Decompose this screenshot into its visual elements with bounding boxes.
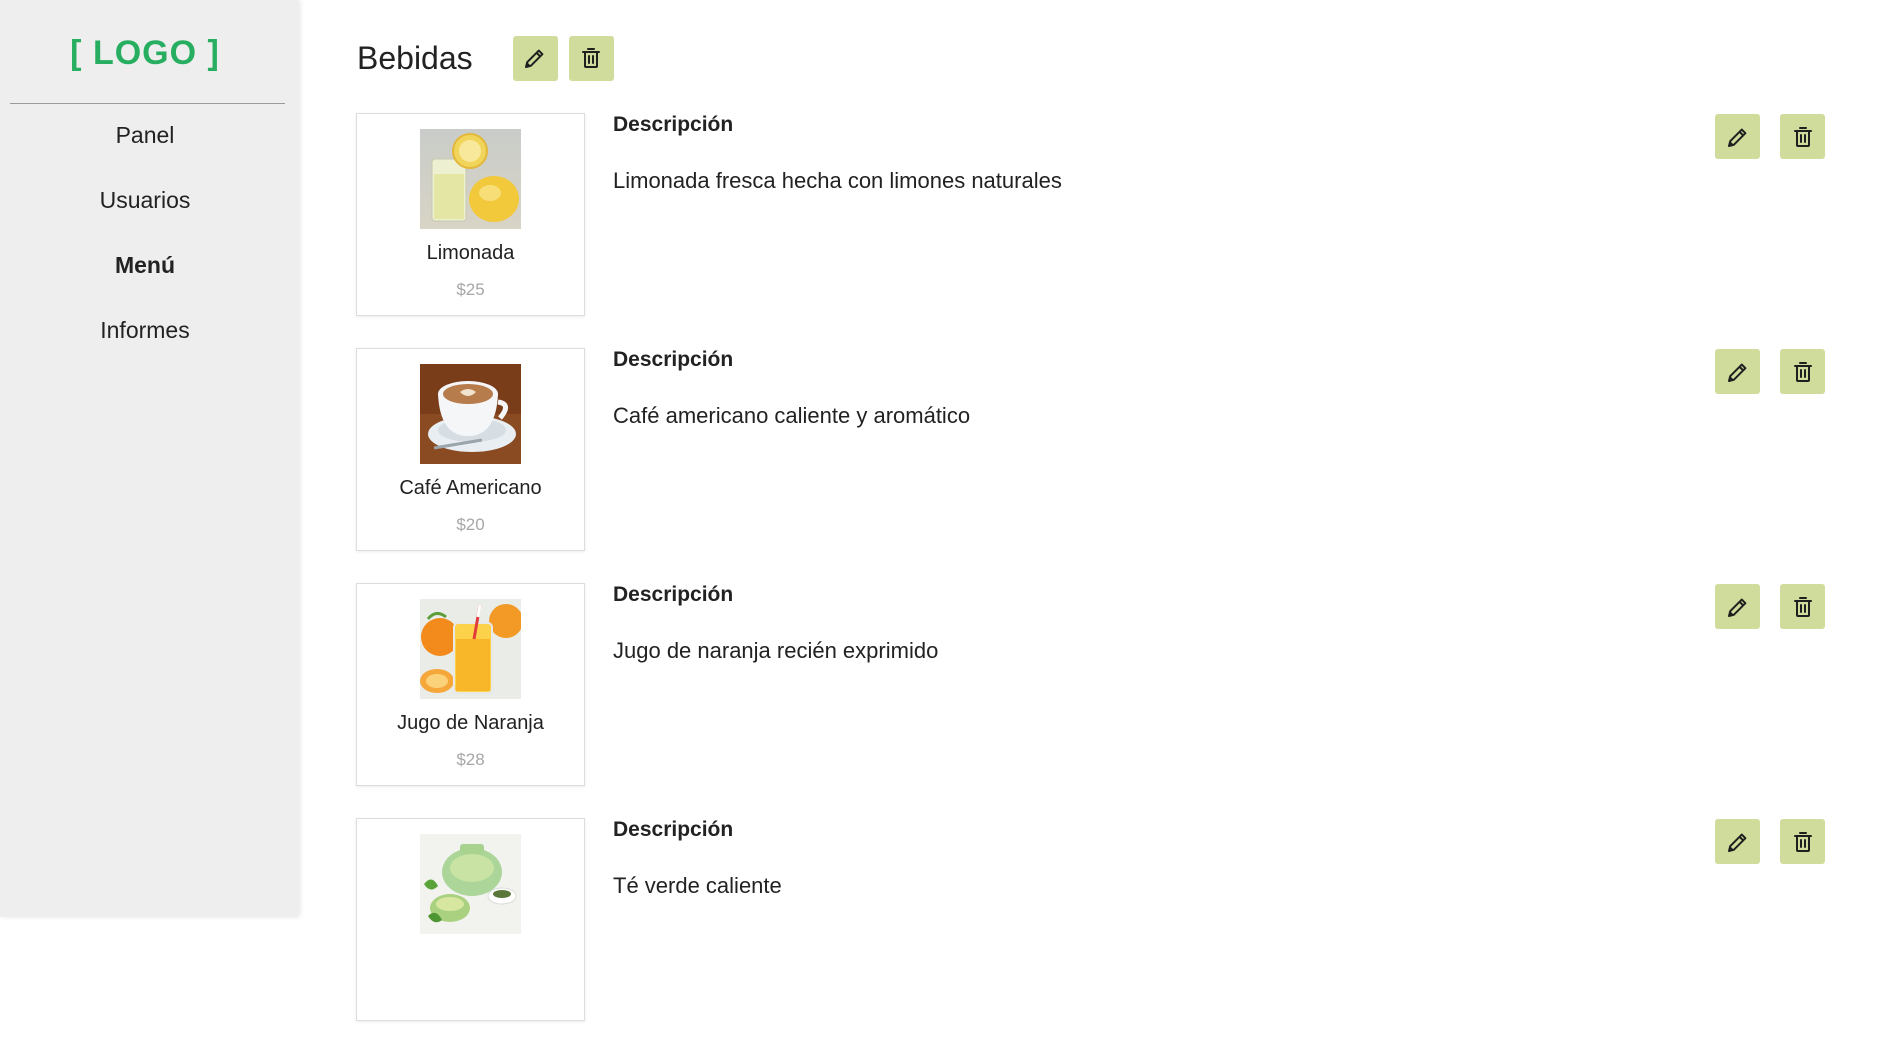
menu-item-row: Descripción Té verde caliente [356,818,1836,1021]
item-description: Limonada fresca hecha con limones natura… [613,168,1062,193]
item-price: $25 [456,280,485,299]
menu-item-row: Limonada $25 Descripción Limonada fresca… [356,113,1836,316]
delete-item-button[interactable] [1780,584,1825,629]
nav-item-usuarios[interactable]: Usuarios [0,181,290,246]
pencil-icon [525,49,544,68]
sidebar: [ LOGO ] Panel Usuarios Menú Informes [0,0,298,917]
main-content: Bebidas Limonada $25 Descripción Limonad… [298,0,1889,1021]
trash-icon [1793,596,1812,617]
delete-item-button[interactable] [1780,114,1825,159]
logo[interactable]: [ LOGO ] [0,34,290,73]
menu-item-row: Café Americano $20 Descripción Café amer… [356,348,1836,551]
nav-item-panel[interactable]: Panel [0,116,290,181]
item-name: Limonada [426,242,515,264]
pencil-icon [1727,128,1746,147]
menu-item-card[interactable]: Jugo de Naranja $28 [356,583,585,786]
green-tea-image [420,834,521,934]
pencil-icon [1727,833,1746,852]
edit-category-button[interactable] [512,35,558,81]
edit-item-button[interactable] [1715,819,1760,864]
menu-items-list: Limonada $25 Descripción Limonada fresca… [356,113,1836,1053]
description-label: Descripción [613,348,734,371]
trash-icon [1793,831,1812,852]
sidebar-divider [10,103,285,104]
trash-icon [1793,361,1812,382]
item-description: Jugo de naranja recién exprimido [613,638,939,663]
item-description: Té verde caliente [613,873,782,898]
pencil-icon [1727,363,1746,382]
item-name: Café Americano [399,477,542,499]
orange-juice-image [420,599,521,699]
category-title: Bebidas [357,39,473,76]
menu-item-row: Jugo de Naranja $28 Descripción Jugo de … [356,583,1836,786]
delete-category-button[interactable] [568,35,614,81]
category-header: Bebidas [357,34,625,82]
item-actions [1715,584,1825,629]
nav-item-menu[interactable]: Menú [0,246,290,311]
delete-item-button[interactable] [1780,349,1825,394]
description-label: Descripción [613,583,734,606]
edit-item-button[interactable] [1715,349,1760,394]
lemonade-image [420,129,521,229]
menu-item-card[interactable]: Limonada $25 [356,113,585,316]
item-name: Jugo de Naranja [397,712,544,734]
delete-item-button[interactable] [1780,819,1825,864]
item-description: Café americano caliente y aromático [613,403,971,428]
description-label: Descripción [613,818,734,841]
item-actions [1715,819,1825,864]
nav-item-informes[interactable]: Informes [0,311,290,376]
coffee-cup-image [420,364,521,464]
sidebar-nav: Panel Usuarios Menú Informes [0,116,290,376]
edit-item-button[interactable] [1715,584,1760,629]
item-price: $20 [456,515,485,534]
trash-icon [1793,126,1812,147]
edit-item-button[interactable] [1715,114,1760,159]
item-actions [1715,114,1825,159]
description-label: Descripción [613,113,734,136]
pencil-icon [1727,598,1746,617]
item-price: $28 [456,750,485,769]
item-actions [1715,349,1825,394]
menu-item-card[interactable] [356,818,585,1021]
trash-icon [582,48,601,68]
menu-item-card[interactable]: Café Americano $20 [356,348,585,551]
